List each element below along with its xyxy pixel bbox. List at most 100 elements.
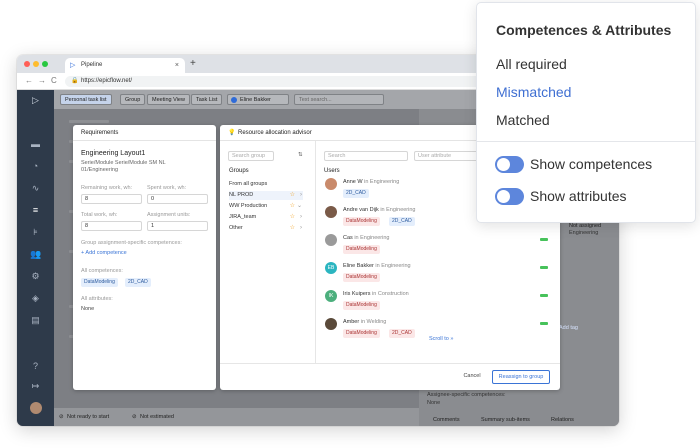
reload-icon[interactable]: C: [51, 76, 57, 86]
url-text: https://epicflow.net/: [81, 78, 133, 84]
gantt-icon[interactable]: ⊧: [30, 228, 41, 237]
groups-heading: Groups: [229, 168, 249, 174]
stack-icon[interactable]: ▤: [30, 316, 41, 325]
load-indicator: [540, 294, 548, 297]
user-competence-tag: 2D_CAD: [389, 217, 415, 226]
user-name: Amber in Welding: [343, 319, 387, 325]
spent-work-input[interactable]: 0: [147, 194, 208, 204]
group-specific-label: Group assignment-specific competences:: [81, 240, 182, 246]
option-mismatched[interactable]: Mismatched: [496, 83, 571, 101]
toggle-knob: [497, 158, 510, 171]
show-competences-toggle[interactable]: [495, 156, 524, 173]
tab-comments[interactable]: Comments: [433, 417, 460, 424]
add-tag-link[interactable]: Add tag: [559, 325, 578, 332]
users-heading: Users: [324, 168, 340, 174]
group-item[interactable]: NL PROD ☆ ›: [229, 191, 303, 200]
minimize-window-button[interactable]: [33, 61, 39, 67]
chevron-right-icon: ›: [300, 225, 302, 231]
all-attributes-label: All attributes:: [81, 296, 113, 302]
user-avatar[interactable]: [30, 402, 42, 414]
tab-relations[interactable]: Relations: [551, 417, 574, 424]
advisor-title: Resource allocation advisor: [238, 130, 312, 136]
requirements-header: Requirements: [73, 125, 216, 141]
not-estimated-text: Not estimated: [140, 414, 174, 420]
settings-icon[interactable]: ⚙: [30, 272, 41, 281]
total-work-input[interactable]: 8: [81, 221, 142, 231]
competences-attributes-popover: Competences & Attributes All required Mi…: [476, 2, 696, 223]
show-attributes-toggle[interactable]: [495, 188, 524, 205]
user-avatar: [325, 234, 337, 246]
logout-icon[interactable]: ↦: [30, 382, 41, 391]
task-list-icon[interactable]: ≡: [30, 206, 41, 215]
requirements-panel: Requirements Engineering Layout1 Serie/M…: [73, 125, 216, 390]
chevron-right-icon: ›: [300, 192, 302, 198]
app-sidebar: ▷ ▬ ◔ ∿ ≡ ⊧ 👥 ⚙ ◈ ▤ ? ↦: [17, 90, 54, 426]
load-indicator: [540, 238, 548, 241]
group-button[interactable]: Group: [120, 94, 146, 105]
url-field[interactable]: 🔒 https://epicflow.net/: [65, 76, 525, 87]
not-ready-icon: ⊘: [59, 414, 64, 420]
user-search-input[interactable]: Search: [324, 151, 408, 161]
star-icon[interactable]: ☆: [290, 202, 295, 211]
users-icon[interactable]: 👥: [30, 250, 41, 259]
logo-icon[interactable]: ▷: [30, 96, 41, 105]
user-avatar: [325, 318, 337, 330]
user-dot-icon: [231, 97, 237, 103]
spent-work-label: Spent work, wh:: [147, 185, 187, 191]
dashboard-icon[interactable]: ▬: [30, 140, 41, 149]
option-all-required[interactable]: All required: [496, 55, 567, 73]
personal-task-list-button[interactable]: Personal task list: [60, 94, 112, 105]
user-avatar: EB: [325, 262, 337, 274]
remaining-work-input[interactable]: 8: [81, 194, 142, 204]
show-competences-label: Show competences: [530, 156, 653, 172]
group-item[interactable]: From all groups: [229, 180, 303, 189]
tab-title: Pipeline: [81, 62, 103, 68]
browser-tab[interactable]: ▷ Pipeline ×: [65, 58, 185, 73]
show-attributes-label: Show attributes: [530, 188, 627, 204]
not-estimated-icon: ⊘: [132, 414, 137, 420]
reassign-to-group-button[interactable]: Reassign to group: [492, 370, 550, 384]
scroll-to-link[interactable]: Scroll to »: [429, 336, 453, 343]
tab-summary-sub-items[interactable]: Summary sub-items: [481, 417, 530, 424]
star-icon[interactable]: ☆: [290, 191, 295, 200]
meeting-view-button[interactable]: Meeting View: [147, 94, 190, 105]
footer-divider: [220, 363, 560, 364]
assignee-competences-value: None: [427, 400, 441, 406]
forward-icon[interactable]: →: [38, 76, 46, 86]
gauge-icon[interactable]: ◔: [30, 162, 41, 171]
task-list-button[interactable]: Task List: [191, 94, 223, 105]
assignee-competences-label: Assignee-specific competences:: [427, 392, 506, 398]
option-matched[interactable]: Matched: [496, 111, 550, 129]
help-icon[interactable]: ?: [30, 362, 41, 371]
competence-tag: DataModeling: [81, 278, 118, 287]
close-window-button[interactable]: [24, 61, 30, 67]
add-competence-link[interactable]: + Add competence: [81, 250, 127, 257]
cancel-button[interactable]: Cancel: [457, 370, 487, 384]
assignment-units-input[interactable]: 1: [147, 221, 208, 231]
back-icon[interactable]: ←: [25, 76, 33, 86]
close-tab-icon[interactable]: ×: [175, 58, 179, 73]
user-selector-label: Eline Bakker: [240, 97, 271, 103]
star-icon[interactable]: ☆: [290, 224, 295, 233]
group-item[interactable]: WW Production ☆ ⌄: [229, 202, 303, 211]
lock-icon: 🔒: [71, 78, 79, 84]
group-item[interactable]: JIRA_team ☆ ›: [229, 213, 303, 222]
all-competences-label: All competences:: [81, 268, 123, 274]
maximize-window-button[interactable]: [42, 61, 48, 67]
search-group-input[interactable]: Search group: [228, 151, 274, 161]
pipeline-favicon-icon: ▷: [70, 62, 76, 69]
user-competence-tag: DataModeling: [343, 329, 380, 338]
layers-icon[interactable]: ◈: [30, 294, 41, 303]
popover-title: Competences & Attributes: [496, 22, 672, 38]
pulse-icon[interactable]: ∿: [30, 184, 41, 193]
group-item[interactable]: Other ☆ ›: [229, 224, 303, 233]
load-indicator: [540, 266, 548, 269]
text-search-input[interactable]: Text search...: [294, 94, 384, 105]
group-label: WW Production: [229, 203, 268, 209]
star-icon[interactable]: ☆: [290, 213, 295, 222]
sort-icon[interactable]: ⇅: [298, 152, 303, 159]
user-selector[interactable]: Eline Bakker: [227, 94, 289, 105]
bulb-icon: 💡: [228, 130, 236, 136]
user-avatar: IK: [325, 290, 337, 302]
new-tab-button[interactable]: +: [190, 58, 196, 70]
